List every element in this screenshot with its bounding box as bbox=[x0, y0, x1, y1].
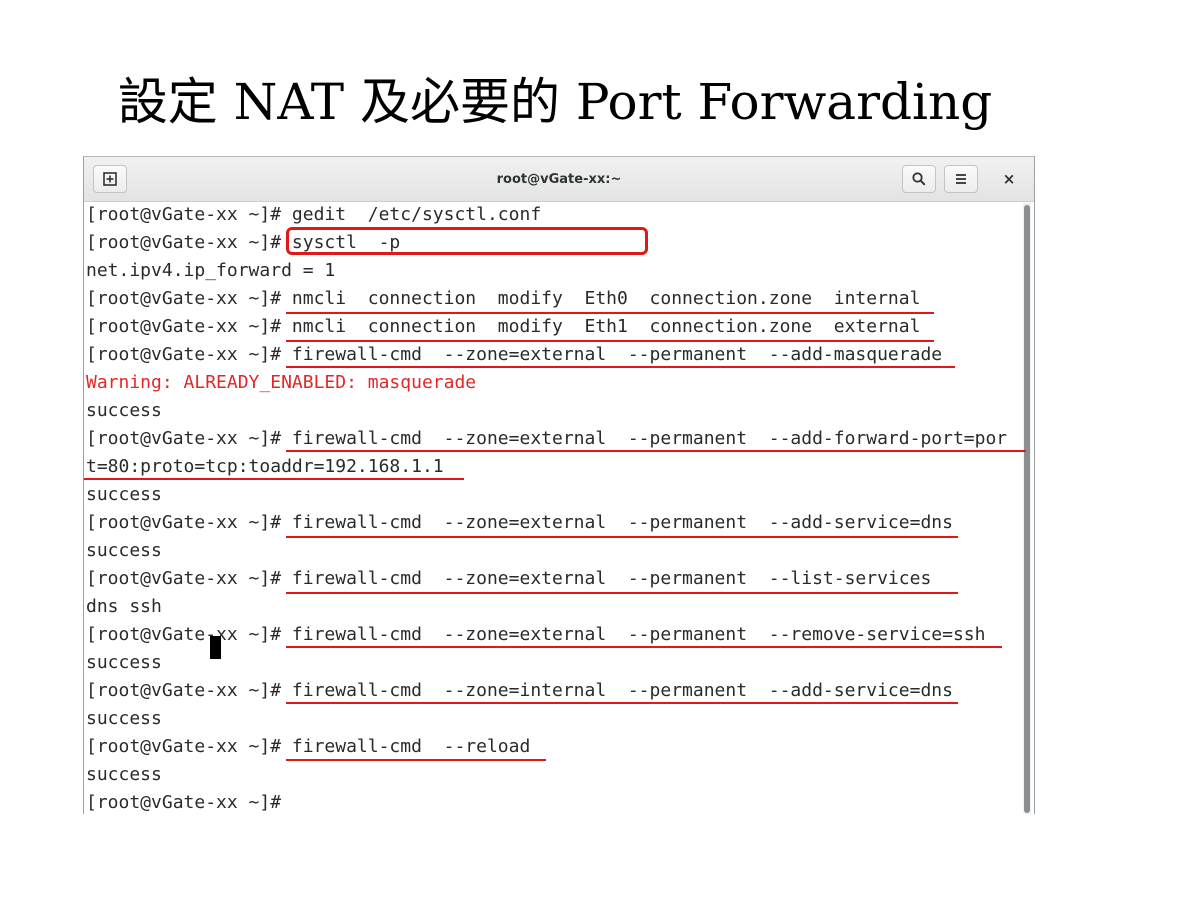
terminal-prompt-line: [root@vGate-xx ~]# bbox=[86, 792, 292, 813]
search-button[interactable] bbox=[902, 165, 936, 193]
terminal-line: t=80:proto=tcp:toaddr=192.168.1.1 bbox=[86, 456, 444, 477]
vertical-scrollbar[interactable] bbox=[1023, 203, 1031, 814]
annotation-underline bbox=[286, 340, 934, 342]
text-cursor bbox=[210, 636, 221, 659]
new-tab-button[interactable] bbox=[93, 165, 127, 193]
annotation-underline bbox=[84, 478, 464, 480]
terminal-line: [root@vGate-xx ~]# nmcli connection modi… bbox=[86, 316, 921, 337]
annotation-underline bbox=[286, 759, 546, 761]
annotation-underline bbox=[286, 312, 934, 314]
close-icon: × bbox=[1002, 170, 1016, 188]
terminal-warning-line: Warning: ALREADY_ENABLED: masquerade bbox=[86, 372, 477, 393]
window-title: root@vGate-xx:~ bbox=[496, 172, 622, 187]
annotation-underline bbox=[286, 646, 1002, 648]
annotation-underline bbox=[286, 536, 958, 538]
highlight-box bbox=[286, 227, 648, 255]
window-titlebar[interactable]: root@vGate-xx:~ × bbox=[84, 157, 1034, 202]
terminal-line: [root@vGate-xx ~]# firewall-cmd --zone=e… bbox=[86, 344, 943, 365]
close-button[interactable]: × bbox=[994, 165, 1024, 193]
terminal-line: net.ipv4.ip_forward = 1 bbox=[86, 260, 336, 281]
annotation-underline bbox=[286, 592, 958, 594]
terminal-line: [root@vGate-xx ~]# gedit /etc/sysctl.con… bbox=[86, 204, 542, 225]
terminal-line: [root@vGate-xx ~]# firewall-cmd --zone=i… bbox=[86, 680, 953, 701]
annotation-underline bbox=[286, 450, 1026, 452]
terminal-line: success bbox=[86, 484, 162, 505]
terminal-line: success bbox=[86, 400, 162, 421]
terminal-line: [root@vGate-xx ~]# firewall-cmd --zone=e… bbox=[86, 428, 1008, 449]
slide-title: 設定 NAT 及必要的 Port Forwarding bbox=[117, 73, 993, 131]
search-icon bbox=[912, 172, 926, 186]
terminal-line: [root@vGate-xx ~]# firewall-cmd --zone=e… bbox=[86, 568, 932, 589]
terminal-line: success bbox=[86, 764, 162, 785]
terminal-line: success bbox=[86, 708, 162, 729]
terminal-line: [root@vGate-xx ~]# firewall-cmd --zone=e… bbox=[86, 512, 953, 533]
terminal-line: [root@vGate-xx ~]# firewall-cmd --reload bbox=[86, 736, 531, 757]
terminal-line: success bbox=[86, 540, 162, 561]
terminal-line: dns ssh bbox=[86, 596, 162, 617]
terminal-line: success bbox=[86, 652, 162, 673]
annotation-underline bbox=[286, 702, 958, 704]
scrollbar-thumb[interactable] bbox=[1024, 205, 1030, 813]
new-tab-icon bbox=[103, 172, 117, 186]
terminal-line: [root@vGate-xx ~]# nmcli connection modi… bbox=[86, 288, 921, 309]
terminal-output[interactable]: [root@vGate-xx ~]# gedit /etc/sysctl.con… bbox=[86, 201, 1026, 814]
menu-button[interactable] bbox=[944, 165, 978, 193]
annotation-underline bbox=[286, 366, 955, 368]
hamburger-menu-icon bbox=[956, 174, 966, 184]
